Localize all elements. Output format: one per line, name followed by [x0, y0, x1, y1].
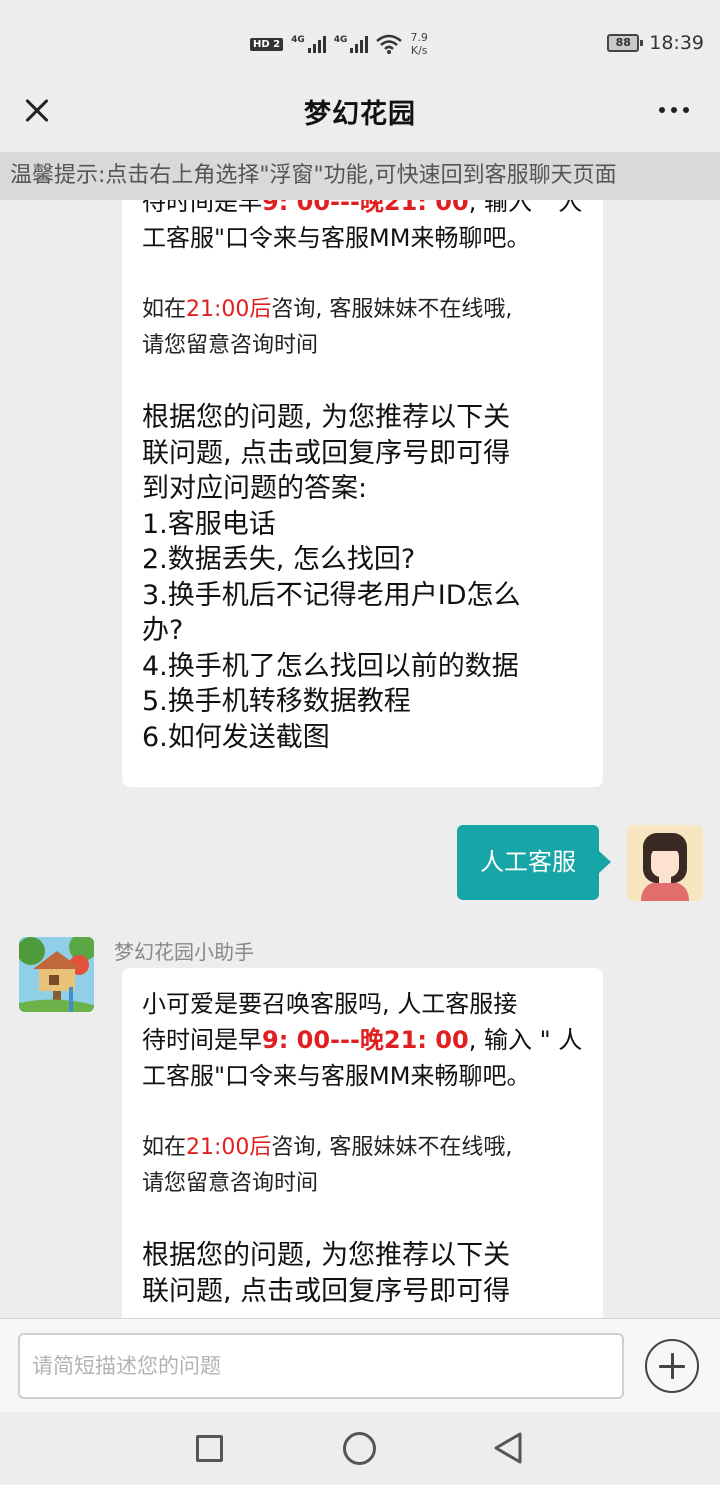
battery-level: 88: [615, 36, 631, 49]
message-line: 工客服"口令来与客服MM来畅聊吧。: [142, 1062, 531, 1090]
plus-icon[interactable]: [645, 1339, 699, 1393]
message-line: 请您留意咨询时间: [142, 333, 319, 358]
recommend-item[interactable]: 办?: [142, 613, 583, 649]
page-title: 梦幻花园: [304, 99, 416, 130]
bot-message-bubble: 小可爱是要召唤客服吗, 人工客服接 待时间是早9: 00---晚21: 00, …: [122, 968, 603, 1318]
back-triangle-icon[interactable]: [492, 1431, 524, 1465]
recommend-item[interactable]: 5.换手机转移数据教程: [142, 684, 583, 720]
recommend-intro: 根据您的问题, 为您推荐以下关: [142, 402, 511, 433]
signal-icon: 4G: [291, 35, 326, 53]
message-line: 待时间是早9: 00---晚21: 00, 输入 " 人: [142, 200, 583, 216]
recommend-intro: 根据您的问题, 为您推荐以下关: [142, 1240, 511, 1271]
user-avatar[interactable]: [627, 825, 703, 901]
top-nav: 梦幻花园: [0, 80, 720, 152]
tip-banner: 温馨提示:点击右上角选择"浮窗"功能,可快速回到客服聊天页面: [0, 152, 720, 200]
recommend-item[interactable]: 6.如何发送截图: [142, 720, 583, 756]
recommend-item[interactable]: 3.换手机后不记得老用户ID怎么: [142, 578, 583, 614]
status-icons: HD 2 4G 4G 7.9 K/s: [250, 28, 428, 60]
treehouse-icon: [19, 937, 94, 1012]
message-line: 请您留意咨询时间: [142, 1171, 319, 1196]
wifi-icon: [376, 34, 403, 54]
message-line: 如在21:00后咨询, 客服妹妹不在线哦,: [142, 1135, 513, 1160]
speed-value: 7.9: [410, 31, 428, 44]
network-type-2: 4G: [333, 35, 348, 45]
hd-label: HD: [253, 38, 270, 50]
more-icon[interactable]: [654, 98, 694, 122]
hd-badge: HD 2: [250, 37, 284, 51]
recommend-intro: 到对应问题的答案:: [142, 473, 368, 504]
recommend-item[interactable]: 4.换手机了怎么找回以前的数据: [142, 649, 583, 685]
square-icon[interactable]: [196, 1435, 223, 1462]
message-line: 如在21:00后咨询, 客服妹妹不在线哦,: [142, 297, 513, 322]
message-line: 工客服"口令来与客服MM来畅聊吧。: [142, 224, 531, 252]
user-message-bubble: 人工客服: [457, 825, 611, 900]
recommend-item[interactable]: 2.数据丢失, 怎么找回?: [142, 542, 583, 578]
status-right: 88 18:39: [607, 30, 704, 56]
bot-avatar[interactable]: [19, 937, 94, 1012]
clock: 18:39: [649, 32, 704, 54]
system-nav-bar: [0, 1412, 720, 1485]
recommend-intro: 联问题, 点击或回复序号即可得: [142, 1275, 511, 1307]
message-line: 小可爱是要召唤客服吗, 人工客服接: [142, 990, 518, 1018]
sim-label: 2: [273, 38, 281, 50]
network-speed: 7.9 K/s: [410, 31, 428, 57]
bot-message-bubble: 待时间是早9: 00---晚21: 00, 输入 " 人 工客服"口令来与客服M…: [122, 200, 603, 787]
input-bar: [0, 1318, 720, 1412]
user-avatar-icon: [627, 825, 703, 901]
speed-unit: K/s: [410, 44, 428, 57]
chat-area[interactable]: 待时间是早9: 00---晚21: 00, 输入 " 人 工客服"口令来与客服M…: [0, 200, 720, 1318]
message-line: 待时间是早9: 00---晚21: 00, 输入 " 人: [142, 1026, 583, 1054]
recommend-intro: 联问题, 点击或回复序号即可得: [142, 437, 511, 469]
message-input[interactable]: [18, 1333, 624, 1399]
circle-icon[interactable]: [343, 1432, 376, 1465]
battery-icon: 88: [607, 34, 644, 52]
status-bar: HD 2 4G 4G 7.9 K/s 88 18:39: [0, 0, 720, 80]
network-type-1: 4G: [291, 35, 305, 45]
recommend-item[interactable]: 1.客服电话: [142, 507, 583, 543]
bot-sender-name: 梦幻花园小助手: [114, 940, 254, 964]
signal-icon-2: 4G: [334, 35, 369, 53]
